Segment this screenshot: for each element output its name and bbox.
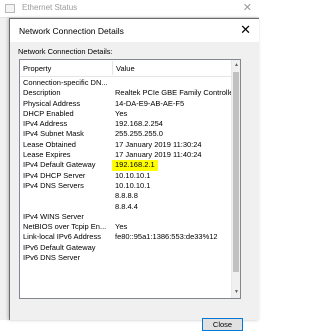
scroll-down-arrow-icon[interactable]: ▼ xyxy=(232,288,240,297)
list-item[interactable]: DHCP Enabled Yes xyxy=(20,109,232,119)
scrollbar-thumb[interactable] xyxy=(233,72,239,272)
list-item[interactable]: IPv6 Default Gateway xyxy=(20,243,232,253)
list-item[interactable]: NetBIOS over Tcpip En... Yes xyxy=(20,222,232,232)
property-name: IPv4 Address xyxy=(23,119,68,129)
property-name: IPv4 Subnet Mask xyxy=(23,129,84,139)
property-value: 192.168.2.254 xyxy=(115,119,163,129)
property-name: Lease Expires xyxy=(23,150,71,160)
dialog-title: Network Connection Details xyxy=(19,26,124,36)
property-value: 14-DA-E9-AB-AE-F5 xyxy=(115,98,185,108)
property-name: NetBIOS over Tcpip En... xyxy=(23,222,107,232)
list-item[interactable]: 8.8.4.4 xyxy=(20,202,232,212)
column-divider[interactable] xyxy=(112,61,113,75)
property-value: Yes xyxy=(115,108,128,118)
property-value: 17 January 2019 11:40:24 xyxy=(115,150,202,160)
details-list[interactable]: Property Value Connection-specific DN...… xyxy=(19,59,241,299)
list-item[interactable]: IPv4 DNS Servers 10.10.10.1 xyxy=(20,181,232,191)
column-header-value[interactable]: Value xyxy=(116,64,135,73)
list-item[interactable]: Connection-specific DN... xyxy=(20,78,232,88)
property-value: 10.10.10.1 xyxy=(115,180,151,190)
property-value: fe80::95a1:1386:553:de33%12 xyxy=(115,232,218,242)
list-item[interactable]: Description Realtek PCIe GBE Family Contr… xyxy=(20,88,236,98)
list-item[interactable]: IPv6 DNS Server xyxy=(20,253,232,263)
list-item[interactable]: Link-local IPv6 Address fe80::95a1:1386:5… xyxy=(20,232,232,242)
vertical-scrollbar[interactable]: ▲ ▼ xyxy=(231,60,240,298)
property-name: Description xyxy=(23,88,61,98)
list-item[interactable]: IPv4 WINS Server xyxy=(20,212,232,222)
list-item[interactable]: IPv4 DHCP Server 10.10.10.1 xyxy=(20,171,232,181)
property-name: Physical Address xyxy=(23,98,81,108)
property-name: IPv6 Default Gateway xyxy=(23,242,96,252)
property-value: 8.8.8.8 xyxy=(115,191,138,201)
property-name: IPv4 DHCP Server xyxy=(23,170,86,180)
list-item[interactable]: Lease Expires 17 January 2019 11:40:24 xyxy=(20,150,232,160)
list-item[interactable]: Physical Address 14-DA-E9-AB-AE-F5 xyxy=(20,99,232,109)
background-close-icon[interactable]: ✕ xyxy=(243,1,252,14)
highlighted-value: 192.168.2.1 xyxy=(112,160,158,171)
network-adapter-icon xyxy=(5,4,15,13)
scroll-up-arrow-icon[interactable]: ▲ xyxy=(232,61,240,70)
property-value: 8.8.4.4 xyxy=(115,201,138,211)
column-header-property[interactable]: Property xyxy=(23,64,51,73)
network-connection-details-dialog: Network Connection Details ✕ Network Con… xyxy=(9,18,259,331)
dialog-titlebar: Network Connection Details ✕ xyxy=(10,19,259,42)
list-rows: Connection-specific DN... Description Real… xyxy=(20,78,236,263)
property-value: Realtek PCIe GBE Family Controller xyxy=(115,88,236,98)
section-label: Network Connection Details: xyxy=(18,47,113,56)
property-name: Link-local IPv6 Address xyxy=(23,232,101,242)
property-name: Lease Obtained xyxy=(23,139,76,149)
list-item[interactable]: IPv4 Default Gateway 192.168.2.1 xyxy=(20,160,232,171)
property-value: Yes xyxy=(115,222,128,232)
property-name: Connection-specific DN... xyxy=(23,78,108,87)
dialog-close-icon[interactable]: ✕ xyxy=(240,22,251,37)
property-value: 255.255.255.0 xyxy=(115,129,163,139)
property-name: IPv4 Default Gateway xyxy=(23,160,96,170)
list-header: Property Value xyxy=(20,60,232,77)
list-item[interactable]: IPv4 Address 192.168.2.254 xyxy=(20,119,232,129)
list-item[interactable]: 8.8.8.8 xyxy=(20,191,232,201)
property-name: IPv4 DNS Servers xyxy=(23,180,84,190)
property-name: IPv6 DNS Server xyxy=(23,253,81,263)
background-window-title: Ethernet Status xyxy=(22,3,78,12)
property-value: 10.10.10.1 xyxy=(115,170,151,180)
list-item[interactable]: IPv4 Subnet Mask 255.255.255.0 xyxy=(20,129,232,139)
list-item[interactable]: Lease Obtained 17 January 2019 11:30:24 xyxy=(20,140,232,150)
property-name: IPv4 WINS Server xyxy=(23,211,84,221)
property-value: 17 January 2019 11:30:24 xyxy=(115,139,202,149)
property-name: DHCP Enabled xyxy=(23,108,74,118)
background-window-titlebar: Ethernet Status ✕ xyxy=(0,0,259,18)
